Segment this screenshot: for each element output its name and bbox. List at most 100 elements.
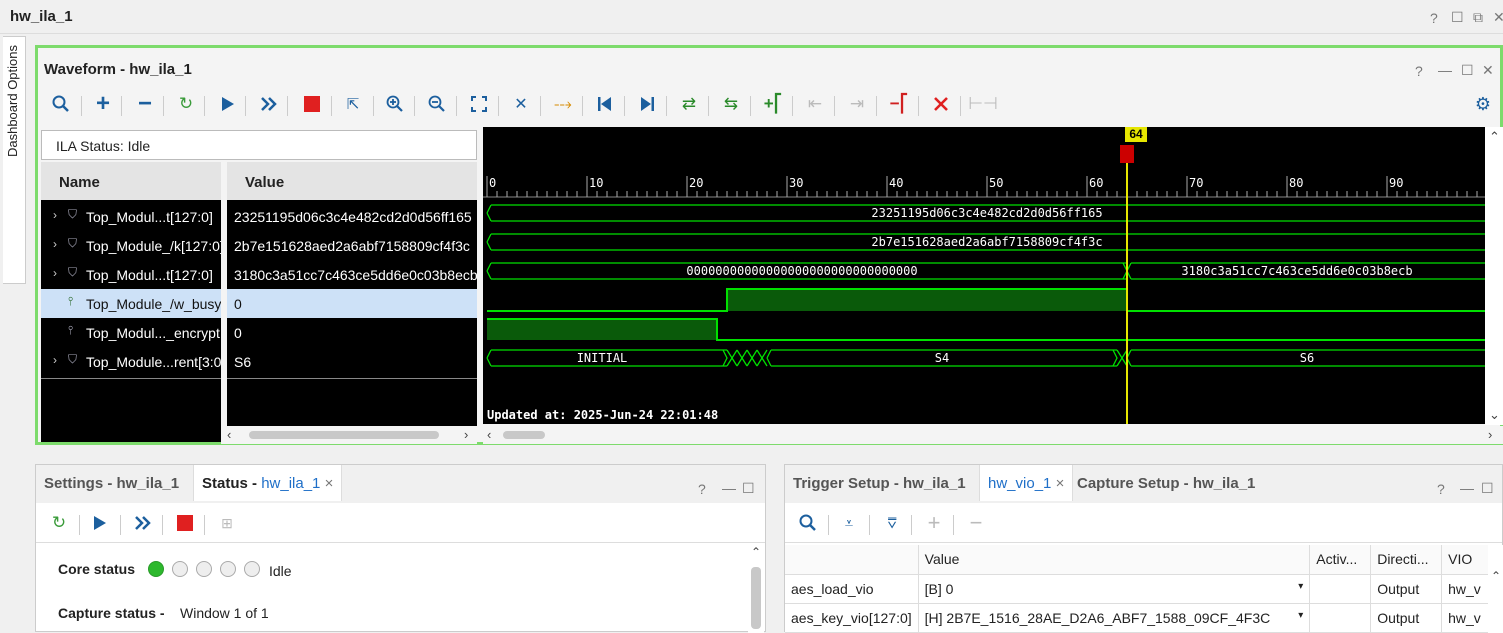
run-immediate-icon[interactable]: [131, 509, 155, 537]
float-icon[interactable]: ⧉: [1473, 9, 1483, 26]
zoom-out-icon[interactable]: [425, 90, 449, 118]
go-to-start-icon[interactable]: [593, 90, 617, 118]
tab-settings[interactable]: Settings - hw_ila_1: [36, 465, 187, 501]
value-column-header[interactable]: Value: [227, 162, 477, 200]
scroll-left-icon[interactable]: ‹: [227, 427, 231, 442]
center-marker-icon[interactable]: ⤏: [551, 90, 575, 118]
restore-icon[interactable]: ☐: [1451, 9, 1464, 26]
close-icon[interactable]: ✕: [1493, 9, 1503, 26]
expand-icon[interactable]: ›: [53, 237, 57, 251]
waveform-vscrollbar[interactable]: ⌃ ⌄: [1485, 127, 1503, 425]
vio-value-select[interactable]: [B] 0 ▾: [918, 574, 1311, 604]
delete-all-markers-icon[interactable]: [929, 90, 953, 118]
search-icon[interactable]: [49, 90, 73, 118]
tab-capture-setup[interactable]: Capture Setup - hw_ila_1: [1069, 465, 1263, 501]
signal-row[interactable]: › ⛉ Top_Module...rent[3:0]: [41, 347, 221, 376]
minimize-icon[interactable]: —: [1438, 62, 1452, 78]
signal-value[interactable]: 23251195d06c3c4e482cd2d0d56ff165: [227, 202, 477, 231]
stop-icon[interactable]: [173, 509, 197, 537]
scroll-right-icon[interactable]: ›: [1488, 427, 1492, 442]
run-immediate-icon[interactable]: [257, 90, 281, 118]
close-tab-icon[interactable]: ×: [1056, 475, 1065, 492]
tab-status[interactable]: Status - hw_ila_1 ×: [193, 465, 343, 501]
cursor-label[interactable]: 64: [1125, 127, 1147, 142]
remove-marker-icon[interactable]: −⎡: [887, 90, 911, 118]
scroll-thumb[interactable]: [503, 431, 545, 439]
signal-value[interactable]: 3180c3a51cc7c463ce5dd6e0c03b8ecb: [227, 260, 477, 289]
expand-icon[interactable]: ›: [53, 266, 57, 280]
help-icon[interactable]: ?: [1415, 63, 1423, 79]
add-icon[interactable]: +: [91, 90, 115, 118]
vio-name: aes_load_vio: [785, 574, 919, 604]
scroll-up-icon[interactable]: ⌃: [751, 545, 761, 559]
vio-value-select[interactable]: [H] 2B7E_1516_28AE_D2A6_ABF7_1588_09CF_4…: [918, 603, 1311, 633]
bus-value-label: 23251195d06c3c4e482cd2d0d56ff165: [871, 206, 1102, 220]
signal-row[interactable]: › ⛉ Top_Module_/k[127:0]: [41, 231, 221, 260]
column-header[interactable]: Directi...: [1370, 545, 1443, 575]
vio-vscrollbar[interactable]: ⌃: [1488, 545, 1503, 633]
signal-row[interactable]: › ⛉ Top_Modul...t[127:0]: [41, 260, 221, 289]
minimize-icon[interactable]: —: [722, 480, 736, 496]
signal-value[interactable]: S6: [227, 347, 477, 376]
table-row[interactable]: aes_load_vio [B] 0 ▾ Output hw_v: [785, 574, 1502, 604]
stop-icon[interactable]: [300, 90, 324, 118]
tab-hw-vio[interactable]: hw_vio_1 ×: [979, 465, 1074, 501]
scroll-up-icon[interactable]: ⌃: [1489, 129, 1500, 145]
column-header[interactable]: Activ...: [1309, 545, 1372, 575]
marker-flag-icon[interactable]: [1120, 145, 1134, 163]
next-transition-icon[interactable]: ⇆: [719, 90, 743, 118]
dashboard-options-tab[interactable]: Dashboard Options: [3, 36, 26, 284]
table-row[interactable]: aes_key_vio[127:0] [H] 2B7E_1516_28AE_D2…: [785, 603, 1502, 633]
name-column-header[interactable]: Name: [41, 162, 221, 200]
expand-icon[interactable]: ›: [53, 353, 57, 367]
signal-value[interactable]: 0: [227, 318, 477, 347]
collapse-all-icon[interactable]: ⩡: [837, 509, 861, 537]
value-hscrollbar[interactable]: ‹ ›: [221, 426, 477, 444]
maximize-icon[interactable]: ☐: [1481, 480, 1494, 497]
maximize-icon[interactable]: ☐: [742, 480, 755, 497]
signal-value[interactable]: 2b7e151628aed2a6abf7158809cf4f3c: [227, 231, 477, 260]
signal-row[interactable]: ⫯ Top_Module_/w_busy: [41, 289, 221, 318]
bus-edge: [1112, 349, 1118, 367]
scroll-thumb[interactable]: [249, 431, 439, 439]
status-vscrollbar[interactable]: ⌃: [748, 545, 764, 633]
wave-hscrollbar[interactable]: ‹ ›: [483, 426, 1503, 444]
go-to-cursor-icon[interactable]: ✕: [509, 90, 533, 118]
expand-all-icon[interactable]: ⩢: [880, 509, 904, 537]
add-marker-icon[interactable]: +⎡: [761, 90, 785, 118]
tab-trigger-setup[interactable]: Trigger Setup - hw_ila_1: [785, 465, 974, 501]
column-header[interactable]: [785, 545, 919, 575]
minimize-icon[interactable]: —: [1460, 480, 1474, 496]
waveform-view[interactable]: 0 10 20 30 40 50 60 70 80 90 23251195d06c3c4e482c…: [483, 127, 1485, 424]
run-trigger-icon[interactable]: [216, 90, 240, 118]
help-icon[interactable]: ?: [698, 481, 706, 497]
column-header[interactable]: Value: [918, 545, 1311, 575]
scroll-thumb[interactable]: [751, 567, 761, 629]
scroll-left-icon[interactable]: ‹: [487, 427, 491, 442]
previous-transition-icon[interactable]: ⇄: [677, 90, 701, 118]
close-icon[interactable]: ✕: [1482, 62, 1494, 79]
signal-row[interactable]: › ⛉ Top_Modul...t[127:0]: [41, 202, 221, 231]
run-trigger-icon[interactable]: [88, 509, 112, 537]
gear-icon[interactable]: ⚙: [1471, 90, 1495, 118]
search-icon[interactable]: [796, 509, 820, 537]
expand-icon[interactable]: ›: [53, 208, 57, 222]
export-icon[interactable]: ⇱: [341, 90, 365, 118]
help-icon[interactable]: ?: [1437, 481, 1445, 497]
zoom-in-icon[interactable]: [383, 90, 407, 118]
remove-icon[interactable]: −: [133, 90, 157, 118]
scroll-right-icon[interactable]: ›: [464, 427, 468, 442]
signal-value[interactable]: 0: [227, 289, 477, 318]
maximize-icon[interactable]: ☐: [1461, 62, 1474, 79]
go-to-end-icon[interactable]: [635, 90, 659, 118]
help-icon[interactable]: ?: [1430, 10, 1438, 26]
scroll-up-icon[interactable]: ⌃: [1491, 569, 1501, 583]
run-trigger-auto-icon[interactable]: ↻: [174, 90, 198, 118]
scroll-down-icon[interactable]: ⌄: [1489, 407, 1500, 423]
status-panel: Settings - hw_ila_1 Status - hw_ila_1 × …: [35, 464, 766, 633]
signal-row[interactable]: ⫯ Top_Modul..._encrypt: [41, 318, 221, 347]
bus-icon: ⛉: [68, 265, 78, 279]
close-tab-icon[interactable]: ×: [325, 475, 334, 492]
zoom-fit-icon[interactable]: [467, 90, 491, 118]
run-trigger-auto-icon[interactable]: ↻: [47, 509, 71, 537]
